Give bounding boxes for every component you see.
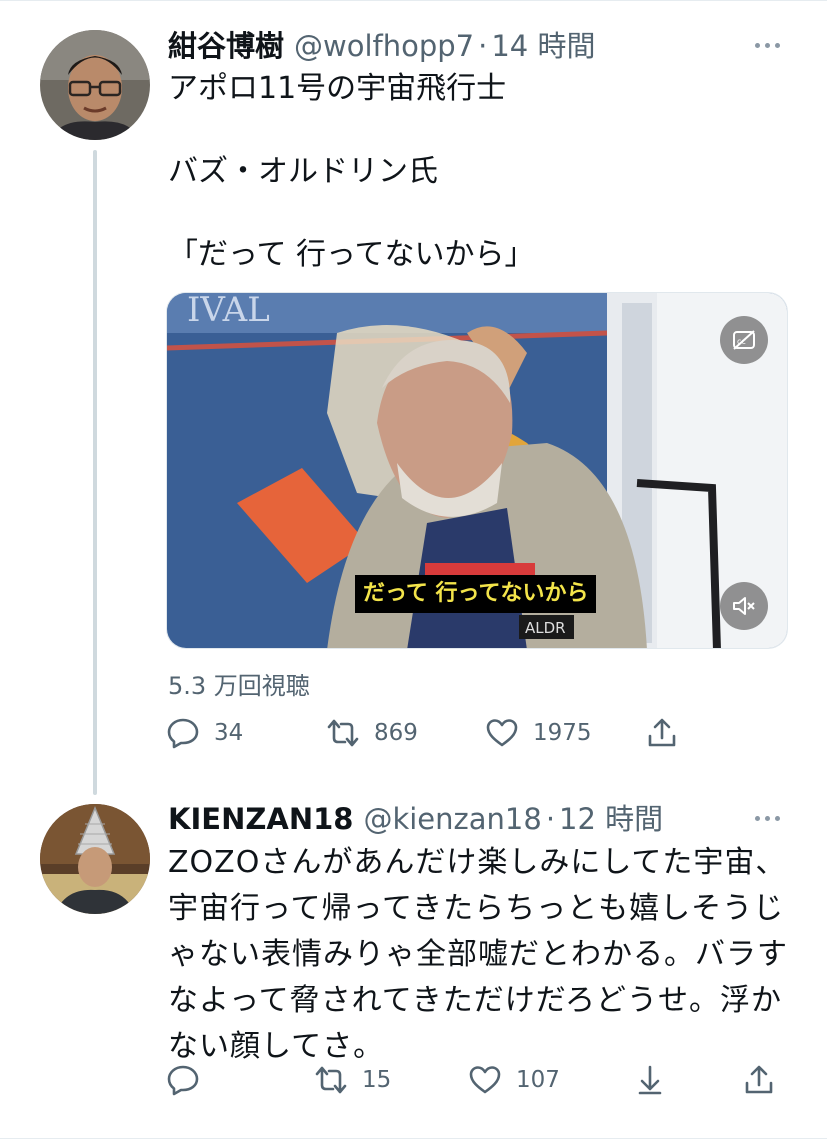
reply-icon [167,718,199,749]
mute-button[interactable] [720,582,768,630]
tweet-header: 紺谷博樹 @wolfhopp7 · 14 時間 [168,27,595,65]
share-icon [648,718,676,747]
username[interactable]: @kienzan18 [363,800,541,838]
divider [0,0,827,1]
like-count: 107 [516,1067,560,1093]
like-button[interactable]: 1975 [485,716,592,750]
retweet-count: 869 [374,720,418,746]
display-name[interactable]: KIENZAN18 [168,800,353,838]
more-options-icon[interactable] [755,43,780,48]
separator: · [478,29,488,63]
share-icon [745,1065,773,1094]
divider [0,1138,827,1139]
download-arrow-icon [638,1065,662,1095]
display-name[interactable]: 紺谷博樹 [168,27,284,65]
like-button[interactable]: 107 [468,1063,560,1097]
retweet-count: 15 [362,1067,392,1093]
download-button[interactable] [633,1063,667,1097]
like-count: 1975 [533,720,592,746]
reply-button[interactable]: 34 [166,716,243,750]
heart-icon [486,719,518,747]
retweet-icon [327,719,359,747]
separator: · [545,802,556,836]
video-subtitle: だって 行ってないから [355,575,597,613]
avatar[interactable] [40,30,150,140]
tweet-text: アポロ11号の宇宙飛行士 バズ・オルドリン氏 「だって 行ってないから」 [168,71,535,272]
view-count: 5.3 万回視聴 [168,672,310,700]
tweet-header: KIENZAN18 @kienzan18 · 12 時間 [168,800,663,838]
timeline: 紺谷博樹 @wolfhopp7 · 14 時間 アポロ11号の宇宙飛行士 バズ・… [0,0,827,1145]
avatar[interactable] [40,804,150,914]
share-button[interactable] [645,716,679,750]
timestamp[interactable]: 14 時間 [491,27,595,65]
svg-text:IVAL: IVAL [187,293,270,330]
retweet-icon [315,1066,347,1094]
share-button[interactable] [742,1063,776,1097]
closed-captions-off-icon: cc [733,330,755,350]
heart-icon [469,1066,501,1094]
closed-captions-button[interactable]: cc [720,316,768,364]
tweet-text: ZOZOさんがあんだけ楽しみにしてた宇宙、 宇宙行って帰ってきたらちっとも嬉しそ… [168,845,788,1064]
thread-connector [93,150,97,795]
reply-button[interactable] [166,1063,214,1097]
svg-text:ALDR: ALDR [525,619,566,637]
username[interactable]: @wolfhopp7 [294,27,474,65]
video-player[interactable]: IVAL ALDR だって 行ってないから [166,292,788,649]
retweet-button[interactable]: 15 [314,1063,391,1097]
reply-count: 34 [214,720,244,746]
muted-speaker-icon [733,597,755,615]
reply-icon [167,1065,199,1096]
retweet-button[interactable]: 869 [326,716,418,750]
more-options-icon[interactable] [755,816,780,821]
timestamp[interactable]: 12 時間 [559,800,663,838]
